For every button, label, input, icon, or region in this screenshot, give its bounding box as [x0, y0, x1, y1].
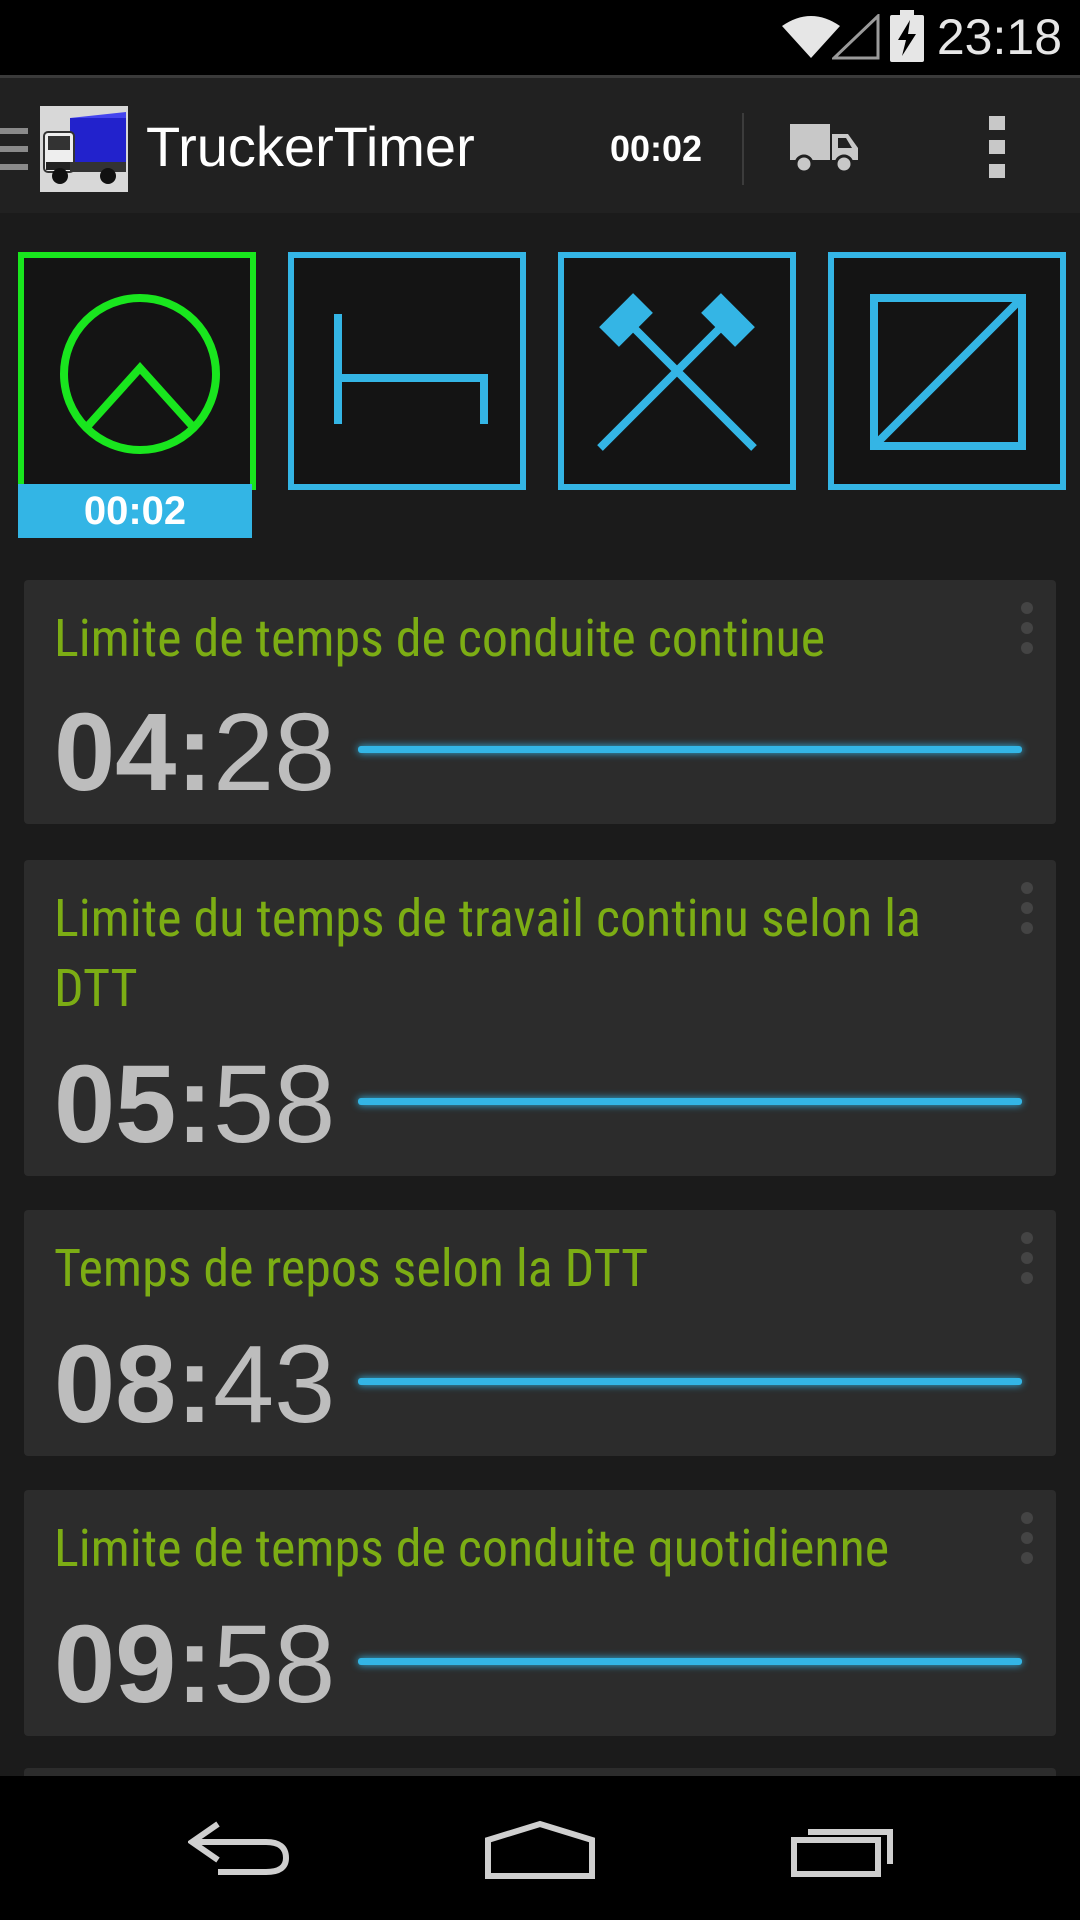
- card-daily-driving[interactable]: Limite de temps de conduite quotidienne …: [24, 1490, 1056, 1736]
- mode-driving-button[interactable]: [18, 252, 256, 490]
- status-bar: 23:18: [0, 0, 1080, 75]
- card-title: Limite du temps de travail continu selon…: [54, 888, 921, 1019]
- cell-signal-icon: [832, 14, 880, 60]
- drawer-icon[interactable]: [0, 128, 30, 172]
- mode-availability-button[interactable]: [828, 252, 1066, 490]
- action-bar: TruckerTimer 00:02: [0, 75, 1080, 213]
- card-title: Limite de temps de conduite quotidienne: [54, 1518, 890, 1579]
- overflow-menu-icon[interactable]: [985, 116, 1009, 180]
- status-time: 23:18: [936, 9, 1062, 65]
- card-time-value: 08:43: [54, 1323, 336, 1446]
- bed-icon: [334, 314, 488, 424]
- card-menu-icon[interactable]: [1020, 1232, 1034, 1284]
- card-progress-bar: [358, 1098, 1022, 1105]
- recents-icon[interactable]: [790, 1820, 896, 1878]
- card-time-value: 05:58: [54, 1043, 336, 1166]
- active-mode-timer: 00:02: [18, 484, 252, 538]
- back-icon[interactable]: [188, 1820, 292, 1876]
- hammers-icon: [597, 293, 757, 451]
- card-progress-bar: [358, 746, 1022, 753]
- steering-wheel-icon: [60, 294, 220, 454]
- card-progress-bar: [358, 1658, 1022, 1665]
- card-time-value: 09:58: [54, 1603, 336, 1726]
- action-bar-divider: [742, 113, 744, 185]
- home-icon[interactable]: [484, 1820, 596, 1880]
- mode-rest-button[interactable]: [288, 252, 526, 490]
- app-title: TruckerTimer: [146, 115, 475, 178]
- battery-charging-icon: [890, 10, 924, 62]
- card-progress-bar: [358, 1378, 1022, 1385]
- card-menu-icon[interactable]: [1020, 1512, 1034, 1564]
- truck-icon[interactable]: [790, 120, 860, 176]
- card-title: Limite de temps de conduite continue: [54, 608, 826, 669]
- availability-icon: [870, 294, 1026, 450]
- card-menu-icon[interactable]: [1020, 602, 1034, 654]
- card-continuous-driving[interactable]: Limite de temps de conduite continue 04:…: [24, 580, 1056, 824]
- card-menu-icon[interactable]: [1020, 882, 1034, 934]
- card-time-value: 04:28: [54, 691, 336, 814]
- card-continuous-work[interactable]: Limite du temps de travail continu selon…: [24, 860, 1056, 1176]
- action-bar-timer: 00:02: [610, 128, 703, 169]
- truck-app-logo[interactable]: [40, 106, 128, 192]
- card-rest-time[interactable]: Temps de repos selon la DTT 08:43: [24, 1210, 1056, 1456]
- card-title: Temps de repos selon la DTT: [54, 1238, 649, 1299]
- mode-work-button[interactable]: [558, 252, 796, 490]
- navigation-bar: [0, 1776, 1080, 1920]
